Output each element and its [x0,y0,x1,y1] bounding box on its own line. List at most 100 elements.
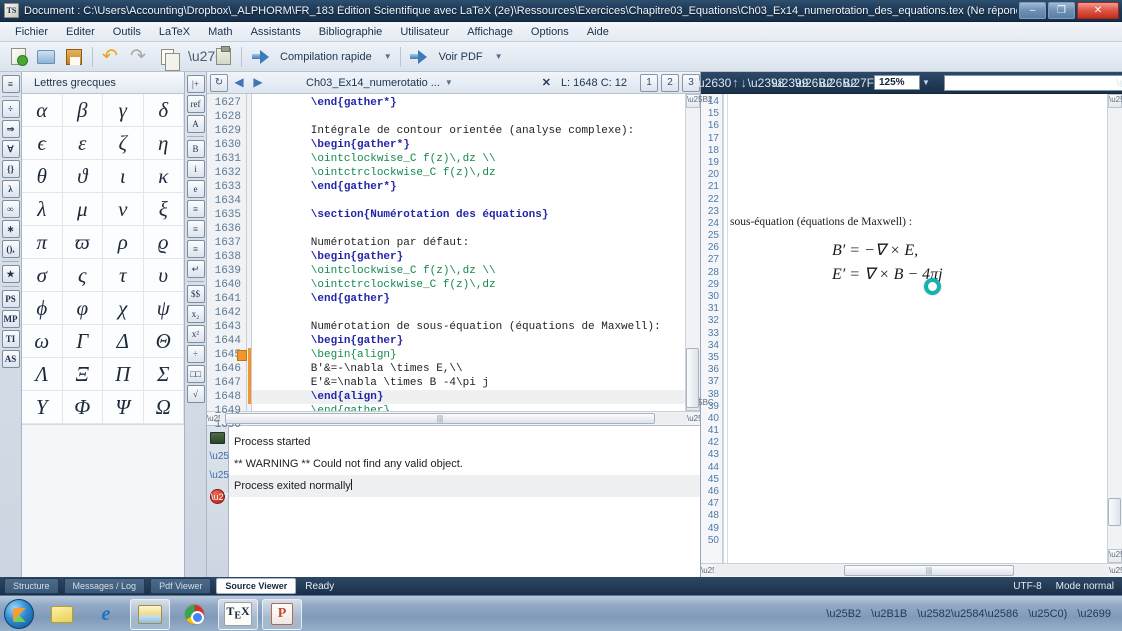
copy-icon[interactable] [154,44,180,71]
code-line[interactable]: \ointctrclockwise_C f(z)\,dz [252,278,685,292]
greek-letter-cell[interactable]: τ [103,259,144,292]
taskbar-windows-explorer-icon[interactable] [130,598,170,630]
greek-letter-cell[interactable]: ϖ [62,226,103,259]
taskbar-powerpoint-icon[interactable]: P [262,598,302,630]
code-line[interactable]: E'&=\nabla \times B -4\pi j [252,376,685,390]
editor-vertical-scrollbar[interactable]: \u25B2 \u25BC [685,94,714,411]
code-line[interactable]: \end{gather*} [252,96,685,110]
pdf-hscroll-right-arrow[interactable]: \u25B6 [1109,566,1122,575]
taskbar-internet-explorer-icon[interactable]: e [86,599,126,630]
hscroll-right-arrow[interactable]: \u25B6 [687,414,712,423]
greek-letter-cell[interactable]: ε [62,127,103,160]
format-button-8[interactable]: ≡ [186,240,205,258]
previous-document-icon[interactable]: ◀ [231,74,247,92]
format-button-4[interactable]: i [186,160,205,178]
code-line[interactable] [252,194,685,208]
code-line[interactable] [252,110,685,124]
format-button-10[interactable]: $$ [186,285,205,303]
maximize-button[interactable]: ❐ [1048,2,1075,19]
pdf-scroll-thumb[interactable] [1108,498,1121,526]
tray-expand-icon[interactable]: \u25B2 [826,608,861,620]
format-button-0[interactable]: |+ [186,75,205,93]
format-button-13[interactable]: ÷ [186,345,205,363]
greek-letter-cell[interactable]: ϱ [143,226,184,259]
menu-utilisateur[interactable]: Utilisateur [391,24,458,40]
symbol-category-button-2[interactable]: ⇒ [1,120,20,138]
status-tab-messages-log[interactable]: Messages / Log [63,578,146,594]
symbol-category-button-10[interactable]: PS [1,290,20,308]
format-button-12[interactable]: x² [186,325,205,343]
greek-letter-cell[interactable]: β [62,94,103,127]
next-error-icon[interactable]: \u25B6 [210,450,242,464]
zoom-chevron-icon[interactable]: ▼ [922,78,930,87]
tray-signal-icon[interactable]: \u2582\u2584\u2586 [917,608,1018,620]
greek-letter-cell[interactable]: Δ [103,325,144,358]
status-tab-source-viewer[interactable]: Source Viewer [216,578,297,594]
symbol-category-button-5[interactable]: λ [1,180,20,198]
greek-letter-cell[interactable]: ϕ [22,292,63,325]
outline-icon[interactable]: \u2630 [695,73,732,92]
greek-letter-cell[interactable]: χ [103,292,144,325]
fit-width-icon[interactable]: \u27F7 [843,73,880,92]
pdf-scroll-track[interactable] [1108,108,1122,549]
scroll-up-icon[interactable] [732,73,739,92]
greek-letter-cell[interactable]: Ω [143,391,184,424]
code-line[interactable]: \end{gather} [252,292,685,306]
menu-bibliographie[interactable]: Bibliographie [310,24,392,40]
symbol-category-button-13[interactable]: AS [1,350,20,368]
greek-letter-cell[interactable]: Λ [22,358,63,391]
greek-letter-cell[interactable]: Φ [62,391,103,424]
view-mode-1-button[interactable]: 1 [640,73,658,92]
symbol-category-button-7[interactable]: ∗ [1,220,20,238]
code-line[interactable]: Numérotation par défaut: [252,236,685,250]
code-line[interactable]: \begin{align} [252,348,685,362]
pdf-vertical-scrollbar[interactable]: \u25B2 \u25BC [1107,94,1122,563]
greek-letter-cell[interactable]: κ [143,160,184,193]
menu-options[interactable]: Options [522,24,578,40]
code-line[interactable]: \begin{gather} [252,334,685,348]
code-line[interactable]: \ointctrclockwise_C f(z)\,dz [252,166,685,180]
menu-assistants[interactable]: Assistants [242,24,310,40]
greek-letter-cell[interactable]: ι [103,160,144,193]
refresh-icon[interactable]: ↻ [210,73,228,92]
symbol-category-button-8[interactable]: (), [1,240,20,258]
taskbar-texstudio-icon[interactable]: TEX [218,598,258,630]
symbol-category-button-0[interactable]: ≡ [1,75,20,93]
greek-letter-cell[interactable]: ν [103,193,144,226]
greek-letter-cell[interactable]: Υ [22,391,63,424]
greek-letter-cell[interactable]: η [143,127,184,160]
compile-mode-select[interactable]: Compilation rapide ▼ [274,47,396,67]
code-line[interactable] [252,222,685,236]
view-pdf-select[interactable]: Voir PDF ▼ [433,47,507,67]
greek-letter-cell[interactable]: ς [62,259,103,292]
cut-icon[interactable]: \u2702 [182,44,231,70]
tray-volume-icon[interactable]: \u25C0) [1028,608,1067,620]
editor-scroll-track[interactable] [686,108,700,408]
pdf-page[interactable]: sous-équation (équations de Maxwell) : B… [723,94,1107,563]
greek-letter-cell[interactable]: Θ [143,325,184,358]
greek-letter-cell[interactable]: Ξ [62,358,103,391]
format-button-15[interactable]: √ [186,385,205,403]
hscroll-thumb[interactable]: ||| [225,413,655,424]
tray-network-icon[interactable]: \u2B1B [871,608,907,620]
code-line[interactable]: \end{align} [252,390,685,404]
symbol-category-button-12[interactable]: TI [1,330,20,348]
greek-letter-cell[interactable]: δ [143,94,184,127]
zoom-level-input[interactable]: 125% [874,75,920,90]
undo-icon[interactable] [98,44,124,70]
menu-latex[interactable]: LaTeX [150,24,199,40]
code-line[interactable]: \begin{gather*} [252,138,685,152]
symbol-category-button-3[interactable]: ∀ [1,140,20,158]
menu-fichier[interactable]: Fichier [6,24,57,40]
greek-letter-cell[interactable]: μ [62,193,103,226]
greek-letter-cell[interactable]: ζ [103,127,144,160]
view-mode-2-button[interactable]: 2 [661,73,679,92]
greek-letter-cell[interactable]: λ [22,193,63,226]
minimize-button[interactable]: – [1019,2,1046,19]
taskbar-google-chrome-icon[interactable] [174,599,214,630]
format-button-6[interactable]: ≡ [186,200,205,218]
editor-scroll-thumb[interactable] [686,348,699,408]
scroll-up-arrow[interactable]: \u25B2 [686,94,712,108]
format-button-9[interactable]: ↵ [186,260,205,278]
menu-math[interactable]: Math [199,24,241,40]
